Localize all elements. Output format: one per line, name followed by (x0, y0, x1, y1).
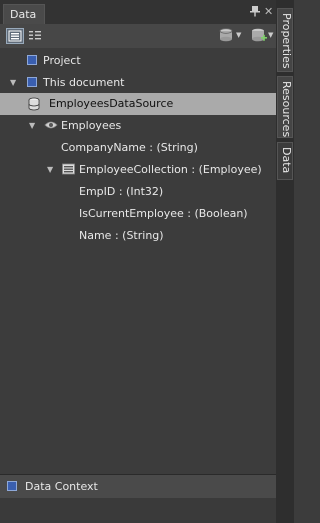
side-tab-strip: Properties Resources Data (276, 0, 294, 523)
tree-item-emp-id[interactable]: EmpID : (Int32) (0, 181, 276, 203)
chevron-down-icon[interactable]: ▼ (236, 31, 241, 39)
tree-item-employee-collection[interactable]: ▼ EmployeeCollection : (Employee) (0, 159, 276, 181)
expand-arrow-icon[interactable]: ▼ (10, 78, 16, 87)
tab-resources[interactable]: Resources (277, 76, 293, 138)
panel-title: Data (10, 8, 37, 21)
eye-icon (44, 120, 58, 133)
tab-properties[interactable]: Properties (277, 8, 293, 72)
document-icon (27, 77, 37, 87)
tree-item-project[interactable]: Project (0, 50, 276, 72)
close-icon[interactable]: ✕ (264, 6, 273, 17)
tree-item-company-name[interactable]: CompanyName : (String) (0, 137, 276, 159)
database-icon (28, 97, 40, 114)
panel-title-tab[interactable]: Data (3, 4, 45, 24)
tree-item-this-document[interactable]: ▼ This document (0, 72, 276, 94)
data-context-icon (7, 481, 17, 491)
project-icon (27, 55, 37, 65)
tree-item-employees[interactable]: ▼ Employees (0, 115, 276, 137)
expand-arrow-icon[interactable]: ▼ (29, 121, 35, 130)
data-context-area (0, 498, 276, 523)
tree-item-name[interactable]: Name : (String) (0, 225, 276, 247)
expand-arrow-icon[interactable]: ▼ (47, 165, 53, 174)
details-mode-icon[interactable] (27, 28, 45, 44)
data-panel: Data ✕ ▼ ▼ Project ▼ This document Emplo… (0, 0, 276, 523)
data-toolbar: ▼ ▼ (0, 24, 276, 48)
panel-titlebar: Data ✕ (0, 0, 276, 24)
data-context-header[interactable]: Data Context (0, 474, 276, 499)
tree-item-is-current-employee[interactable]: IsCurrentEmployee : (Boolean) (0, 203, 276, 225)
list-mode-icon[interactable] (6, 28, 24, 44)
pin-icon[interactable] (250, 5, 260, 17)
collection-icon (62, 163, 75, 178)
chevron-down-icon[interactable]: ▼ (268, 31, 273, 39)
tree-item-data-source[interactable]: EmployeesDataSource (0, 93, 276, 115)
tab-data[interactable]: Data (277, 142, 293, 180)
